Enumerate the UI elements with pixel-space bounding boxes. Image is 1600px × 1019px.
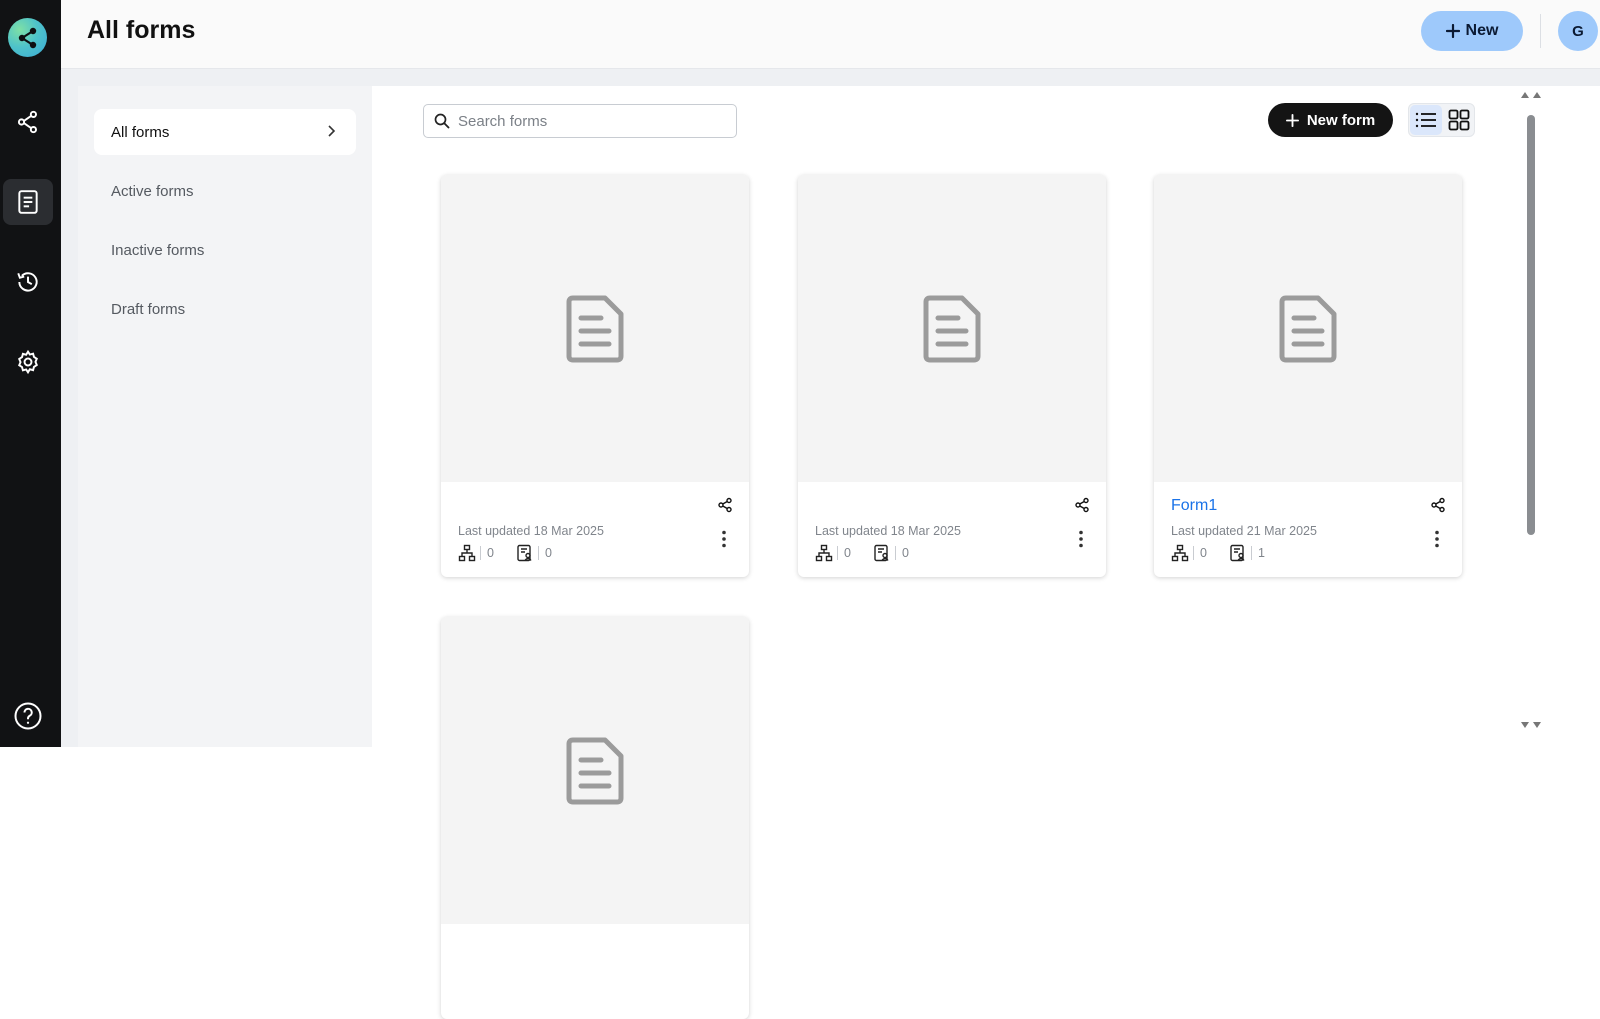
stat-separator <box>894 546 896 560</box>
workflow-count: 0 <box>487 546 494 560</box>
filter-active-forms[interactable]: Active forms <box>94 168 356 214</box>
response-count: 1 <box>1257 546 1265 560</box>
more-options-icon[interactable] <box>1434 530 1440 548</box>
workflow-tree-icon <box>815 544 833 562</box>
form-thumbnail <box>441 617 749 924</box>
view-toggle <box>1408 103 1475 137</box>
scroll-down-arrows-icon[interactable] <box>1520 720 1542 730</box>
filter-all-forms[interactable]: All forms <box>94 109 356 155</box>
grid-view-button[interactable] <box>1443 105 1475 135</box>
help-icon <box>14 702 42 730</box>
workflows-icon <box>17 110 37 134</box>
scroll-up-arrows-icon[interactable] <box>1520 90 1542 100</box>
page-header: All forms New G <box>61 0 1600 69</box>
plus-icon <box>1285 113 1299 127</box>
form-card[interactable]: Last updated 18 Mar 2025 0 0 <box>441 175 749 577</box>
last-updated: Last updated 18 Mar 2025 <box>815 524 961 538</box>
chevron-right-icon <box>328 125 336 137</box>
rail-workflows-button[interactable] <box>3 99 53 145</box>
form-thumbnail <box>1154 175 1462 482</box>
stat-separator <box>1250 546 1252 560</box>
stat-separator <box>837 546 838 560</box>
filter-label: Draft forms <box>111 300 186 318</box>
more-options-icon[interactable] <box>1078 530 1084 548</box>
content-canvas: All forms Active forms Inactive forms Dr… <box>61 69 1600 1019</box>
workflow-count: 0 <box>844 546 851 560</box>
page-title: All forms <box>87 16 196 44</box>
forms-filter-nav: All forms Active forms Inactive forms Dr… <box>78 86 372 747</box>
stat-separator <box>480 546 481 560</box>
share-icon[interactable] <box>1430 497 1446 513</box>
scrollbar-thumb[interactable] <box>1527 115 1535 535</box>
header-divider <box>1540 14 1541 48</box>
workflow-count: 0 <box>1200 546 1207 560</box>
form-stats: 0 0 <box>815 544 931 562</box>
form-card[interactable]: Last updated 18 Mar 2025 0 0 <box>798 175 1106 577</box>
list-view-icon <box>1415 112 1436 128</box>
share-logo-icon <box>18 27 37 49</box>
new-button-label: New <box>1465 22 1499 39</box>
user-avatar[interactable]: G <box>1558 11 1598 51</box>
more-options-icon[interactable] <box>721 530 727 548</box>
responses-icon <box>517 544 532 562</box>
forms-main-panel: New form <box>372 86 1600 1019</box>
vertical-scrollbar[interactable] <box>1521 90 1541 730</box>
plus-icon <box>1445 24 1460 38</box>
filter-label: All forms <box>111 123 170 141</box>
new-form-label: New form <box>1306 111 1376 129</box>
form-stats: 0 0 <box>458 544 574 562</box>
rail-settings-button[interactable] <box>3 339 53 385</box>
share-icon[interactable] <box>1074 497 1090 513</box>
app-logo[interactable] <box>8 18 47 57</box>
history-icon <box>17 272 38 292</box>
rail-help-button[interactable] <box>3 693 53 739</box>
filter-inactive-forms[interactable]: Inactive forms <box>94 227 356 273</box>
document-placeholder-icon <box>1279 295 1337 362</box>
response-count: 0 <box>901 546 909 560</box>
stat-separator <box>537 546 539 560</box>
form-thumbnail <box>798 175 1106 482</box>
list-view-button[interactable] <box>1410 105 1442 135</box>
last-updated: Last updated 18 Mar 2025 <box>458 524 604 538</box>
rail-forms-button[interactable] <box>3 179 53 225</box>
workflow-tree-icon <box>1171 544 1189 562</box>
responses-icon <box>1230 544 1245 562</box>
search-icon <box>434 113 450 129</box>
stat-separator <box>1193 546 1194 560</box>
search-box <box>423 104 737 138</box>
forms-icon <box>18 190 38 214</box>
responses-icon <box>874 544 889 562</box>
filter-draft-forms[interactable]: Draft forms <box>94 286 356 332</box>
new-button[interactable]: New <box>1421 11 1523 51</box>
form-stats: 0 1 <box>1171 544 1287 562</box>
document-placeholder-icon <box>566 737 624 804</box>
filter-label: Inactive forms <box>111 241 205 259</box>
document-placeholder-icon <box>923 295 981 362</box>
form-card[interactable]: Form1 Last updated 21 Mar 2025 0 1 <box>1154 175 1462 577</box>
response-count: 0 <box>544 546 552 560</box>
share-icon[interactable] <box>717 497 733 513</box>
search-input[interactable] <box>458 112 718 130</box>
form-name[interactable]: Form1 <box>1171 497 1217 515</box>
form-thumbnail <box>441 175 749 482</box>
filter-label: Active forms <box>111 182 194 200</box>
form-card[interactable] <box>441 617 749 1019</box>
gear-icon <box>18 349 38 375</box>
rail-history-button[interactable] <box>3 259 53 305</box>
workflow-tree-icon <box>458 544 476 562</box>
last-updated: Last updated 21 Mar 2025 <box>1171 524 1317 538</box>
new-form-button[interactable]: New form <box>1268 103 1393 137</box>
document-placeholder-icon <box>566 295 624 362</box>
app-rail <box>0 0 61 747</box>
grid-view-icon <box>1448 109 1470 131</box>
